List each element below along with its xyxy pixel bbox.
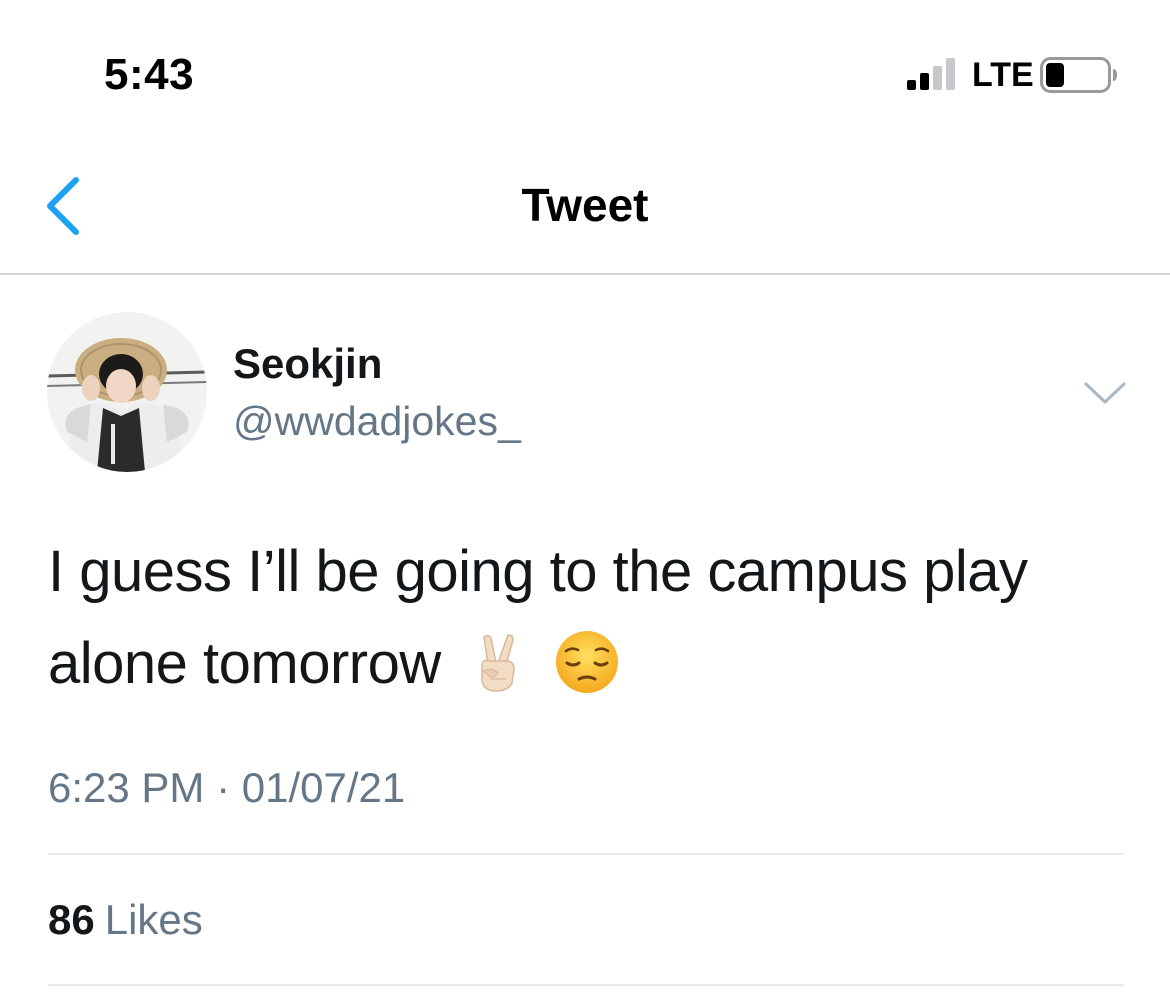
status-time: 5:43 — [104, 50, 195, 99]
likes-count: 86 — [48, 896, 95, 943]
likes-count-link[interactable]: 86 Likes — [48, 896, 203, 944]
likes-label: Likes — [104, 896, 203, 943]
divider — [48, 853, 1124, 855]
avatar[interactable] — [47, 312, 207, 472]
author-display-name[interactable]: Seokjin — [233, 340, 382, 388]
network-type: LTE — [972, 56, 1034, 94]
tweet-timestamp: 6:23 PM · 01/07/21 — [48, 764, 406, 811]
tweet-text-line-2-words: alone tomorrow — [48, 631, 441, 696]
tweet-detail-screen: 5:43 LTE Tweet Seokjin @wwdadjokes_ I gu… — [0, 0, 1170, 996]
victory-hand-emoji — [481, 633, 516, 692]
signal-strength-icon — [907, 58, 955, 90]
author-handle[interactable]: @wwdadjokes_ — [233, 398, 521, 445]
tweet-text-line-2: alone tomorrow — [48, 618, 1138, 710]
tweet-options-button[interactable] — [1082, 374, 1128, 410]
tweet-text-line-1: I guess I’ll be going to the campus play — [48, 539, 1028, 604]
pensive-face-emoji — [556, 630, 618, 693]
nav-divider — [0, 273, 1170, 275]
divider — [48, 984, 1124, 986]
page-title: Tweet — [521, 179, 649, 231]
battery-icon — [1040, 57, 1117, 93]
chevron-down-icon — [1084, 382, 1126, 404]
tweet-text: I guess I’ll be going to the campus play… — [48, 526, 1138, 710]
